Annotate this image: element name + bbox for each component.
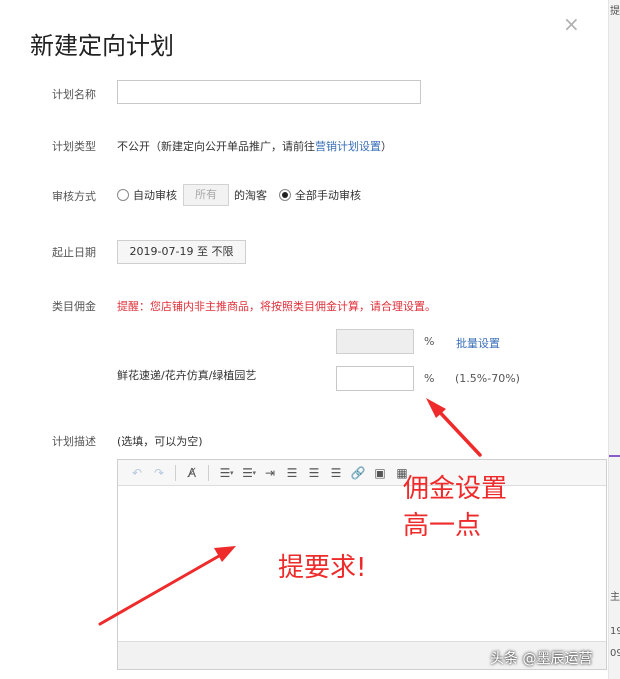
audit-options: 自动审核 所有 的淘客 全部手动审核 [117,184,361,206]
link-icon[interactable]: 🔗 [347,463,369,483]
background-text: 19 [610,626,620,637]
rate-percent-sign: % [424,372,435,385]
plan-type-prefix: 不公开（新建定向公开单品推广，请前往 [117,140,315,153]
auto-audit-radio[interactable] [117,189,129,201]
batch-rate-input[interactable] [336,329,414,354]
all-select-box[interactable]: 所有 [183,184,229,206]
redo-icon[interactable]: ↷ [148,463,170,483]
dialog-title: 新建定向计划 [30,32,174,60]
description-label: 计划描述 [52,435,96,448]
plan-name-label: 计划名称 [52,88,96,101]
plan-name-input[interactable] [117,80,421,104]
plan-type-label: 计划类型 [52,140,96,153]
batch-percent-sign: % [424,335,435,348]
rate-range-hint: (1.5%-70%) [455,372,520,385]
annotation-commission-higher-line2: 高一点 [403,511,482,541]
date-label: 起止日期 [52,246,96,259]
category-name: 鲜花速递/花卉仿真/绿植园艺 [117,369,257,382]
close-icon[interactable]: × [563,14,580,34]
editor-toolbar: ↶ ↷ A̸ ☰ ▾ ☰ ▾ ⇥ ☰ ☰ ☰ 🔗 ▣ ▦ [118,460,606,486]
indent-icon[interactable]: ⇥ [259,463,281,483]
plan-type-suffix: ） [381,140,392,153]
annotation-commission-higher-line1: 佣金设置 [403,474,508,504]
watermark: 头条 @墨辰运营 [490,651,593,667]
audit-label: 审核方式 [52,190,96,203]
commission-label: 类目佣金 [52,300,96,313]
plan-type-value: 不公开（新建定向公开单品推广，请前往营销计划设置） [117,138,392,154]
batch-settings-link[interactable]: 批量设置 [456,335,500,351]
align-right-icon[interactable]: ☰ [325,463,347,483]
manual-audit-option[interactable]: 全部手动审核 [279,187,361,203]
category-rate-input[interactable] [336,366,414,391]
auto-audit-label: 自动审核 [133,189,177,202]
annotation-requirements: 提要求! [278,553,367,583]
background-accent-bar [609,455,620,457]
commission-notice: 提醒：您店铺内非主推商品，将按照类目佣金计算，请合理设置。 [117,300,436,313]
align-left-icon[interactable]: ☰ [281,463,303,483]
manual-audit-radio[interactable] [279,189,291,201]
chevron-down-icon[interactable]: ▾ [230,469,234,477]
background-page-strip: 提 主 19 09 [608,0,620,679]
chevron-down-icon[interactable]: ▾ [253,469,257,477]
auto-audit-option[interactable]: 自动审核 [117,187,177,203]
image-icon[interactable]: ▣ [369,463,391,483]
taoke-label: 的淘客 [234,189,267,202]
undo-icon[interactable]: ↶ [126,463,148,483]
toolbar-divider [208,464,209,481]
background-text: 主 [610,592,620,603]
manual-audit-label: 全部手动审核 [295,189,361,202]
background-text: 提 [610,6,620,17]
clear-format-icon[interactable]: A̸ [181,463,203,483]
description-hint: (选填，可以为空) [117,435,203,448]
background-text: 09 [610,648,620,659]
marketing-plan-settings-link[interactable]: 营销计划设置 [315,140,381,153]
date-range-button[interactable]: 2019-07-19 至 不限 [117,240,246,264]
toolbar-divider [175,464,176,481]
align-center-icon[interactable]: ☰ [303,463,325,483]
